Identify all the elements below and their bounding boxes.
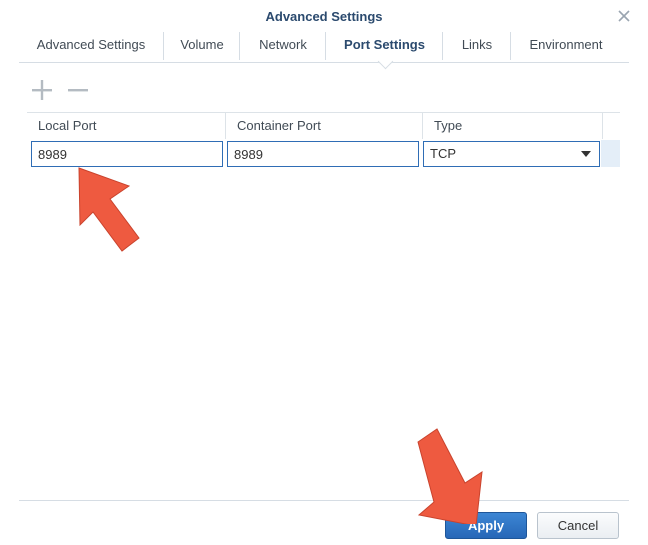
chevron-down-icon — [581, 151, 591, 157]
container-port-input[interactable] — [227, 141, 419, 167]
column-header-type[interactable]: Type — [422, 113, 602, 139]
column-header-container-port[interactable]: Container Port — [225, 113, 422, 139]
port-settings-grid: Local Port Container Port Type TCP — [27, 112, 620, 171]
advanced-settings-dialog: Advanced Settings Advanced Settings Volu… — [0, 0, 648, 545]
title-bar: Advanced Settings — [0, 0, 648, 32]
tab-environment[interactable]: Environment — [510, 32, 621, 60]
row-selection-highlight — [601, 140, 620, 167]
tab-links[interactable]: Links — [442, 32, 511, 60]
column-header-spacer — [602, 113, 620, 139]
type-select-value: TCP — [430, 146, 456, 161]
local-port-input[interactable] — [31, 141, 223, 167]
annotation-arrow-icon — [417, 428, 483, 524]
annotation-arrow-icon — [78, 167, 140, 252]
grid-header: Local Port Container Port Type — [27, 113, 620, 139]
tab-network[interactable]: Network — [239, 32, 326, 60]
cancel-button[interactable]: Cancel — [537, 512, 619, 539]
tab-advanced-settings[interactable]: Advanced Settings — [19, 32, 163, 60]
tab-port-settings[interactable]: Port Settings — [325, 32, 443, 70]
footer-divider — [19, 500, 629, 501]
tab-volume[interactable]: Volume — [163, 32, 240, 60]
column-header-local-port[interactable]: Local Port — [27, 113, 225, 139]
apply-button[interactable]: Apply — [445, 512, 527, 539]
minus-icon[interactable] — [67, 79, 89, 101]
plus-icon[interactable] — [31, 79, 53, 101]
active-tab-indicator — [377, 53, 393, 70]
dialog-title: Advanced Settings — [265, 9, 383, 24]
type-select[interactable]: TCP — [423, 141, 600, 167]
tab-bar: Advanced Settings Volume Network Port Se… — [19, 32, 629, 70]
close-icon[interactable] — [616, 8, 632, 24]
table-row[interactable]: TCP — [27, 139, 620, 169]
